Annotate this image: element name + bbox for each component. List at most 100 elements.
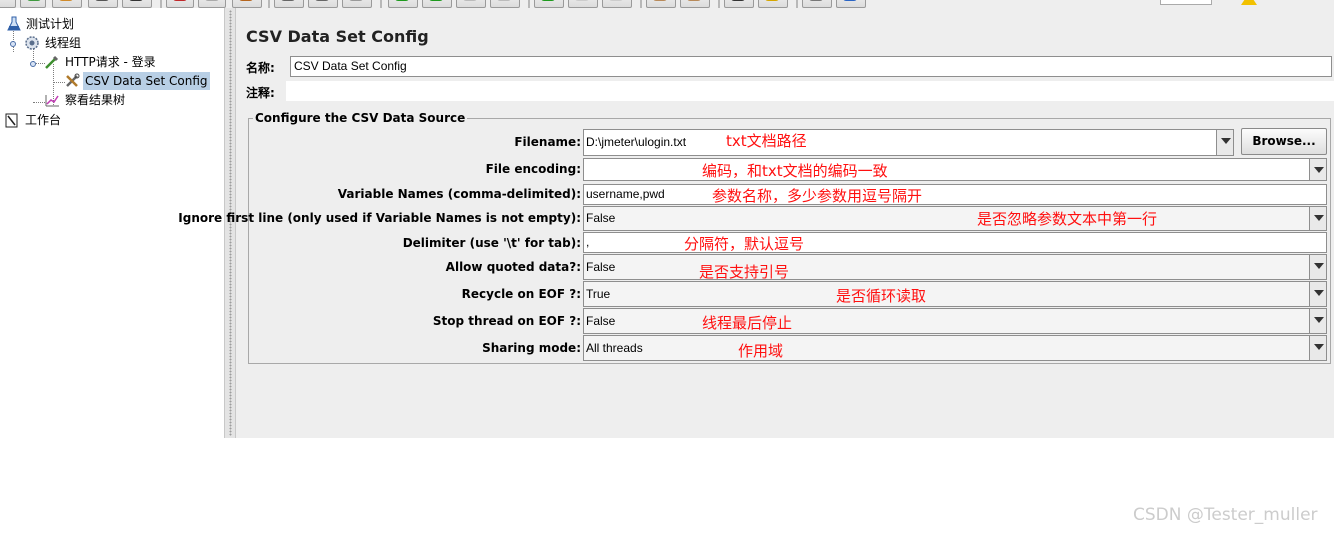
toolbar-separator bbox=[160, 0, 162, 8]
pipette-icon bbox=[45, 55, 59, 69]
name-field[interactable]: CSV Data Set Config bbox=[290, 56, 1332, 77]
sharing-mode-select[interactable]: All threads bbox=[583, 335, 1310, 361]
recycle-on-eof-select[interactable]: True bbox=[583, 281, 1310, 307]
workbench-icon bbox=[5, 113, 18, 128]
toolbar-separator bbox=[268, 0, 270, 8]
tree-item-test-plan[interactable]: 测试计划 bbox=[6, 15, 76, 33]
chevron-down-icon[interactable] bbox=[1216, 129, 1234, 156]
binoculars-icon bbox=[731, 0, 745, 1]
toolbar-button-expand[interactable] bbox=[274, 0, 304, 8]
toolbar-button-function-helper[interactable] bbox=[802, 0, 832, 8]
filename-label: Filename: bbox=[514, 135, 581, 149]
toolbar-button-start[interactable] bbox=[388, 0, 418, 8]
help-icon bbox=[843, 0, 857, 1]
remote-stop-icon bbox=[575, 0, 589, 1]
file-encoding-field[interactable] bbox=[583, 158, 1310, 181]
toolbar-separator bbox=[796, 0, 798, 8]
toolbar-button-remote-start[interactable] bbox=[534, 0, 564, 8]
toolbar-button-search[interactable] bbox=[724, 0, 754, 8]
toggle-icon bbox=[349, 0, 363, 1]
expand-toggle[interactable] bbox=[30, 61, 36, 67]
annotation-recycle-on-eof: 是否循环读取 bbox=[836, 287, 927, 305]
expand-toggle[interactable] bbox=[10, 41, 16, 47]
chevron-down-icon[interactable] bbox=[1309, 335, 1327, 361]
toolbar-button-reset-search[interactable] bbox=[758, 0, 788, 8]
allow-quoted-data-select[interactable]: False bbox=[583, 254, 1310, 280]
name-label: 名称: bbox=[246, 61, 275, 75]
toolbar-button-shutdown[interactable] bbox=[490, 0, 520, 8]
toolbar-button-start-no-pauses[interactable] bbox=[422, 0, 452, 8]
annotation-sharing-mode: 作用域 bbox=[738, 342, 784, 360]
file-encoding-label: File encoding: bbox=[485, 162, 581, 176]
toolbar-button-remote-shutdown[interactable] bbox=[602, 0, 632, 8]
toolbar-button-clear[interactable] bbox=[646, 0, 676, 8]
results-chart-icon bbox=[45, 95, 59, 107]
warning-icon[interactable] bbox=[1241, 0, 1257, 5]
open-folder-icon bbox=[59, 0, 73, 1]
toolbar-button-new[interactable] bbox=[0, 0, 16, 8]
chevron-down-icon[interactable] bbox=[1309, 158, 1327, 181]
stop-thread-on-eof-select[interactable]: False bbox=[583, 308, 1310, 334]
toolbar-separator bbox=[640, 0, 642, 8]
toolbar-button-toggle[interactable] bbox=[342, 0, 372, 8]
comment-field[interactable] bbox=[286, 81, 1334, 101]
tree-item-view-results-tree[interactable]: 察看结果树 bbox=[44, 91, 127, 109]
cut-icon bbox=[173, 0, 187, 1]
toolbar-button-clear-all[interactable] bbox=[680, 0, 710, 8]
remote-start-icon bbox=[541, 0, 555, 1]
toolbar bbox=[0, 0, 1334, 8]
function-helper-icon bbox=[809, 0, 823, 1]
stop-icon bbox=[463, 0, 477, 1]
tree-item-csv-data-set-config[interactable]: CSV Data Set Config bbox=[64, 72, 210, 90]
toolbar-button-paste[interactable] bbox=[232, 0, 262, 8]
start-no-pauses-icon bbox=[429, 0, 443, 1]
annotation-variable-names: 参数名称，多少参数用逗号隔开 bbox=[712, 187, 923, 205]
browse-button[interactable]: Browse... bbox=[1241, 128, 1327, 155]
test-plan-icon bbox=[7, 16, 21, 31]
annotation-stop-thread-on-eof: 线程最后停止 bbox=[702, 314, 793, 332]
chevron-down-icon[interactable] bbox=[1309, 206, 1327, 231]
screenshot-icon bbox=[129, 0, 143, 1]
tree-item-http-request[interactable]: HTTP请求 - 登录 bbox=[44, 53, 158, 71]
collapse-icon bbox=[315, 0, 329, 1]
ignore-first-line-select[interactable]: False bbox=[583, 206, 1310, 231]
toolbar-button-help[interactable] bbox=[836, 0, 866, 8]
ignore-first-line-label: Ignore first line (only used if Variable… bbox=[178, 211, 581, 225]
tree-item-label: CSV Data Set Config bbox=[83, 72, 210, 90]
toolbar-button-open[interactable] bbox=[52, 0, 82, 8]
variable-names-field[interactable]: username,pwd bbox=[583, 184, 1327, 205]
tree-item-label: 察看结果树 bbox=[65, 93, 126, 107]
tree-item-workbench[interactable]: 工作台 bbox=[4, 111, 63, 129]
tree-item-label: 工作台 bbox=[25, 113, 62, 127]
broom-all-icon bbox=[687, 0, 701, 1]
filename-field[interactable]: D:\jmeter\ulogin.txt bbox=[583, 129, 1219, 156]
toolbar-button-templates[interactable] bbox=[20, 0, 46, 8]
toolbar-button-save-screenshot[interactable] bbox=[122, 0, 152, 8]
tree-item-label: 测试计划 bbox=[26, 17, 75, 31]
sharing-mode-label: Sharing mode: bbox=[482, 341, 581, 355]
reset-search-icon bbox=[765, 0, 779, 1]
tree-item-thread-group[interactable]: 线程组 bbox=[24, 34, 83, 52]
toolbar-button-collapse[interactable] bbox=[308, 0, 338, 8]
annotation-file-encoding: 编码，和txt文档的编码一致 bbox=[702, 162, 888, 180]
toolbar-separator bbox=[380, 0, 382, 8]
toolbar-separator bbox=[718, 0, 720, 8]
toolbar-separator bbox=[528, 0, 530, 8]
expand-icon bbox=[281, 0, 295, 1]
toolbar-button-cut[interactable] bbox=[166, 0, 194, 8]
start-icon bbox=[395, 0, 409, 1]
toolbar-button-stop[interactable] bbox=[456, 0, 486, 8]
toolbar-button-save[interactable] bbox=[88, 0, 118, 8]
chevron-down-icon[interactable] bbox=[1309, 308, 1327, 334]
group-title: Configure the CSV Data Source bbox=[255, 111, 466, 125]
toolbar-button-remote-stop[interactable] bbox=[568, 0, 598, 8]
broom-icon bbox=[653, 0, 667, 1]
chevron-down-icon[interactable] bbox=[1309, 281, 1327, 307]
tree-item-label: HTTP请求 - 登录 bbox=[65, 55, 156, 69]
remote-shutdown-icon bbox=[609, 0, 623, 1]
chevron-down-icon[interactable] bbox=[1309, 254, 1327, 280]
toolbar-button-copy[interactable] bbox=[198, 0, 226, 8]
delimiter-label: Delimiter (use '\t' for tab): bbox=[402, 236, 581, 250]
shutdown-icon bbox=[497, 0, 511, 1]
tree-item-label: 线程组 bbox=[45, 36, 82, 50]
